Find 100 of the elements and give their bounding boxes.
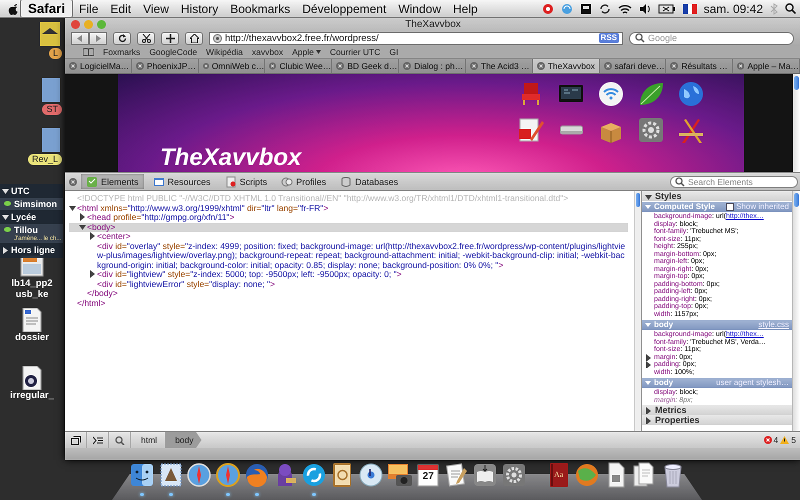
- menu-item[interactable]: History: [174, 2, 224, 16]
- site-title[interactable]: TheXavvbox: [160, 146, 302, 170]
- sync-icon[interactable]: [560, 2, 573, 14]
- menu-item[interactable]: Développement: [296, 2, 392, 16]
- search-field[interactable]: Search Elements: [670, 176, 798, 188]
- panel-tab[interactable]: Scripts: [220, 174, 272, 189]
- browser-tab[interactable]: PhoenixJP…: [132, 59, 199, 73]
- reload-button[interactable]: [113, 32, 131, 44]
- browser-tab[interactable]: OmniWeb c…: [198, 59, 266, 73]
- file-label[interactable]: Rev_L: [28, 154, 62, 165]
- rss-badge[interactable]: RSS: [598, 33, 619, 43]
- menu-item[interactable]: Edit: [104, 2, 138, 16]
- close-button[interactable]: [71, 20, 80, 28]
- compass-icon[interactable]: [215, 462, 242, 488]
- address-field[interactable]: http://thexavvbox2.free.fr/wordpress/ RSS: [209, 32, 623, 44]
- menu-item[interactable]: Bookmarks: [224, 2, 296, 16]
- file-label[interactable]: L: [48, 48, 62, 59]
- element-tag[interactable]: <body>: [87, 222, 116, 232]
- disclosure-triangle-icon[interactable]: [2, 188, 9, 194]
- element-tag[interactable]: <div id="overlay" style="z-index: 4999; position: fixed; background-image: url(http://thexavvbox2.free.fr/wordpress/wp-content/plugins/lightview-plus/images/lightview/overlay.png); background-repeat: repeat; background-attachment: initial; -webkit-background-clip: initial; -webkit-background-origin: initial; background-color: initial; opacity: 0.85; display: none; background-position: 0% 0%; ">: [97, 242, 628, 270]
- element-tag[interactable]: <head profile="http://gmpg.org/xfn/11">: [87, 213, 234, 222]
- file-label[interactable]: irregular_: [10, 390, 54, 401]
- breadcrumb[interactable]: body: [165, 432, 202, 448]
- element-tag[interactable]: <center>: [97, 232, 131, 242]
- bookmark-link[interactable]: GoogleCode: [149, 47, 198, 57]
- back-button[interactable]: [71, 32, 89, 44]
- group-name[interactable]: Hors ligne: [11, 245, 56, 255]
- group-name[interactable]: Lycée: [11, 212, 36, 222]
- close-tab-icon[interactable]: [69, 62, 77, 70]
- refresh-icon[interactable]: [598, 2, 611, 14]
- menu-item[interactable]: File: [73, 2, 104, 16]
- panel-tab[interactable]: Elements: [81, 174, 144, 189]
- browser-tab[interactable]: BD Geek d…: [332, 59, 400, 73]
- file-label[interactable]: ST: [42, 104, 62, 115]
- disclosure-triangle-icon[interactable]: [645, 354, 652, 361]
- photo-camera-icon[interactable]: [386, 462, 413, 488]
- close-tab-icon[interactable]: [737, 62, 744, 70]
- battery-icon[interactable]: [658, 2, 676, 14]
- bookmark-link[interactable]: xavvbox: [252, 47, 284, 57]
- disclosure-triangle-icon[interactable]: [79, 222, 87, 232]
- close-tab-icon[interactable]: [536, 62, 545, 70]
- disclosure-triangle-icon[interactable]: [69, 204, 77, 212]
- fox-globe-icon[interactable]: [244, 462, 270, 488]
- menu-item[interactable]: Help: [447, 2, 484, 16]
- browser-tab[interactable]: Dialog : ph…: [399, 59, 466, 73]
- browser-tab[interactable]: LogicielMa…: [65, 59, 132, 73]
- home-button[interactable]: [185, 32, 203, 44]
- menu-item[interactable]: Window: [392, 2, 447, 16]
- wifi-icon[interactable]: [618, 2, 632, 14]
- error-count[interactable]: 4: [774, 435, 778, 445]
- panel-tab[interactable]: Profiles: [276, 174, 332, 189]
- error-icon[interactable]: [764, 436, 772, 444]
- file-label[interactable]: dossier: [15, 332, 49, 343]
- display-icon[interactable]: [580, 2, 592, 14]
- notepad-icon[interactable]: [444, 462, 470, 488]
- search-icon[interactable]: [785, 3, 796, 14]
- close-tab-icon[interactable]: [604, 62, 612, 70]
- flag-icon[interactable]: [682, 4, 697, 14]
- browser-tab[interactable]: safari deve…: [600, 59, 666, 73]
- stamp-icon[interactable]: [158, 462, 184, 488]
- menu-clock[interactable]: sam. 09:42: [704, 2, 763, 16]
- web-clip-button[interactable]: [137, 32, 155, 44]
- scrollbar[interactable]: [793, 74, 800, 172]
- app-menu[interactable]: Safari: [20, 0, 74, 18]
- collapsed-pane-header[interactable]: Metrics: [642, 405, 792, 415]
- browser-tab[interactable]: Clubic Wee…: [265, 59, 332, 73]
- close-tab-icon[interactable]: [202, 62, 209, 70]
- disclosure-triangle-icon[interactable]: [79, 213, 87, 222]
- disclosure-triangle-icon[interactable]: [2, 246, 9, 254]
- disclosure-triangle-icon[interactable]: [645, 361, 652, 368]
- add-bookmark-button[interactable]: [161, 32, 179, 44]
- forward-button[interactable]: [89, 32, 107, 44]
- music-disc-icon[interactable]: [358, 462, 384, 488]
- close-tab-icon[interactable]: [336, 62, 344, 70]
- file-label[interactable]: lb14_pp2 usb_ke: [1, 278, 63, 300]
- bookmark-link[interactable]: Foxmarks: [103, 47, 140, 57]
- close-tab-icon[interactable]: [403, 62, 412, 70]
- menu-item[interactable]: View: [137, 2, 175, 16]
- calendar-icon[interactable]: [415, 462, 442, 488]
- browser-tab[interactable]: The Acid3 …: [466, 59, 533, 73]
- group-name[interactable]: UTC: [11, 186, 30, 196]
- close-tab-icon[interactable]: [670, 62, 678, 70]
- speaker-icon[interactable]: [638, 2, 651, 14]
- close-tab-icon[interactable]: [269, 62, 276, 70]
- bookmark-link[interactable]: Apple: [292, 47, 321, 57]
- face-square-icon[interactable]: [129, 462, 156, 488]
- selected-row-highlight[interactable]: <body>: [69, 222, 628, 232]
- scrollbar[interactable]: [634, 191, 641, 431]
- disclosure-triangle-icon[interactable]: [89, 232, 97, 241]
- close-tab-icon[interactable]: [470, 62, 478, 70]
- bookmarks-book-icon[interactable]: [83, 48, 94, 56]
- close-tab-icon[interactable]: [136, 62, 144, 70]
- collapsed-pane-header[interactable]: Properties: [642, 415, 792, 425]
- scrollbar[interactable]: [792, 191, 800, 431]
- warning-icon[interactable]: [780, 436, 790, 444]
- element-tag[interactable]: <div id="lightviewError" style="display: none; ">: [97, 280, 275, 289]
- warning-count[interactable]: 5: [791, 435, 796, 445]
- bookmark-link[interactable]: Courrier UTC: [330, 47, 380, 57]
- buddy-row[interactable]: Simsimon: [0, 198, 63, 210]
- bookmark-link[interactable]: GI: [389, 47, 398, 57]
